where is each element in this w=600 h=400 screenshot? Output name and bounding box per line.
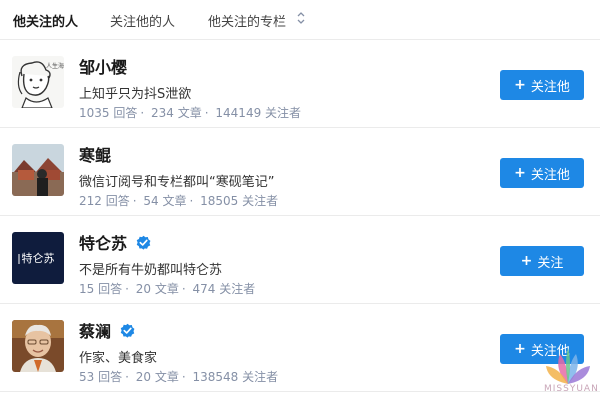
- follow-button[interactable]: + 关注他: [500, 158, 584, 188]
- follow-button-label: 关注他: [530, 79, 570, 95]
- user-name[interactable]: 特仑苏: [79, 234, 127, 253]
- answer-count[interactable]: 15 回答: [79, 282, 122, 296]
- user-bio: 不是所有牛奶都叫特仑苏: [79, 263, 223, 278]
- follow-button[interactable]: + 关注: [500, 246, 584, 276]
- article-count[interactable]: 20 文章: [136, 370, 179, 384]
- sort-toggle-icon[interactable]: [296, 10, 306, 26]
- plus-icon: +: [520, 253, 533, 269]
- user-stats: 212 回答 · 54 文章 · 18505 关注者: [79, 192, 281, 209]
- follow-button-label: 关注: [537, 255, 564, 271]
- avatar[interactable]: 特仑苏: [12, 232, 64, 284]
- stat-separator: ·: [189, 194, 194, 208]
- stat-separator: ·: [140, 106, 145, 120]
- avatar-text: 特仑苏: [22, 251, 55, 265]
- list-item: 寒鲲 微信订阅号和专栏都叫“寒砚笔记” 212 回答 · 54 文章 · 18505…: [0, 128, 600, 216]
- tab-following[interactable]: 他关注的人: [13, 11, 78, 30]
- user-name[interactable]: 邹小樱: [79, 58, 127, 77]
- follow-button[interactable]: + 关注他: [500, 70, 584, 100]
- follower-count[interactable]: 144149 关注者: [215, 106, 301, 120]
- verified-icon: [120, 323, 135, 338]
- plus-icon: +: [514, 341, 526, 357]
- stat-separator: ·: [181, 282, 186, 296]
- user-bio: 上知乎只为抖S泄欲: [79, 87, 192, 102]
- watermark-text: MISSYUAN: [544, 384, 599, 394]
- user-bio: 微信订阅号和专栏都叫“寒砚笔记”: [79, 175, 275, 190]
- tab-followed-columns[interactable]: 他关注的专栏: [208, 11, 286, 30]
- tab-followers[interactable]: 关注他的人: [110, 11, 175, 30]
- follower-count[interactable]: 18505 关注者: [200, 194, 278, 208]
- stat-separator: ·: [132, 194, 137, 208]
- avatar[interactable]: 人生海海: [12, 56, 64, 108]
- list-item: 特仑苏 特仑苏 不是所有牛奶都叫特仑苏 15 回答 · 20 文章 · 474 关注…: [0, 216, 600, 304]
- avatar[interactable]: [12, 144, 64, 196]
- list-item: 蔡澜 作家、美食家 53 回答 · 20 文章 · 138548 关注者 + 关注他: [0, 304, 600, 392]
- article-count[interactable]: 20 文章: [136, 282, 179, 296]
- answer-count[interactable]: 212 回答: [79, 194, 130, 208]
- stat-separator: ·: [125, 282, 129, 296]
- avatar-text: 人生海海: [46, 62, 64, 70]
- list-item: 人生海海 邹小樱 上知乎只为抖S泄欲 1035 回答· 234 文章· 1441…: [0, 40, 600, 128]
- article-count[interactable]: 54 文章: [143, 194, 186, 208]
- stat-separator: ·: [125, 370, 129, 384]
- answer-count[interactable]: 53 回答: [79, 370, 122, 384]
- stat-separator: ·: [204, 106, 209, 120]
- follower-count[interactable]: 474 关注者: [193, 282, 256, 296]
- follower-count[interactable]: 138548 关注者: [193, 370, 279, 384]
- follow-button-label: 关注他: [530, 167, 570, 183]
- article-count[interactable]: 234 文章: [151, 106, 202, 120]
- answer-count[interactable]: 1035 回答: [79, 106, 137, 120]
- avatar[interactable]: [12, 320, 64, 372]
- user-stats: 53 回答 · 20 文章 · 138548 关注者: [79, 368, 281, 385]
- user-name[interactable]: 寒鲲: [79, 146, 111, 165]
- verified-icon: [136, 235, 151, 250]
- plus-icon: +: [514, 77, 526, 93]
- user-name[interactable]: 蔡澜: [79, 322, 111, 341]
- user-bio: 作家、美食家: [79, 351, 158, 366]
- tab-bar: 他关注的人 关注他的人 他关注的专栏: [0, 0, 600, 40]
- plus-icon: +: [514, 165, 526, 181]
- user-stats: 1035 回答 · 234 文章 · 144149 关注者: [79, 104, 304, 121]
- user-stats: 15 回答 · 20 文章 · 474 关注者: [79, 280, 258, 297]
- stat-separator: ·: [181, 370, 186, 384]
